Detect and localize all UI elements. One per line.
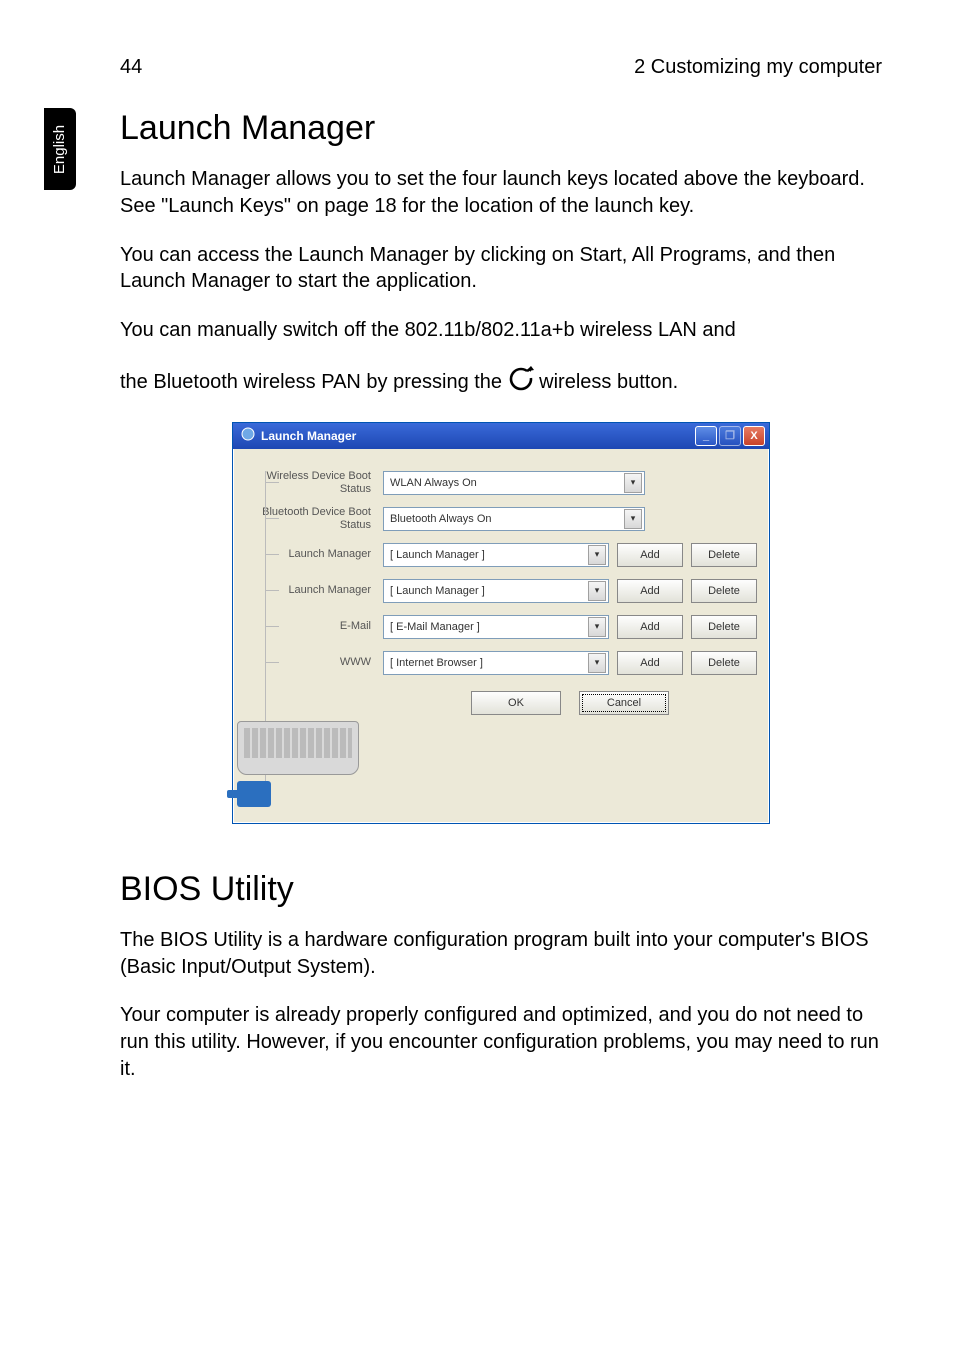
add-button[interactable]: Add bbox=[617, 543, 683, 567]
tree-branch bbox=[265, 554, 279, 555]
launch1-combo[interactable]: [ Launch Manager ] ▾ bbox=[383, 543, 609, 567]
form-row: [ Launch Manager ] ▾ Add Delete bbox=[383, 537, 757, 573]
tree-branch bbox=[265, 590, 279, 591]
launch-paragraph-3b-suffix: wireless button. bbox=[539, 371, 678, 393]
bios-utility-heading: BIOS Utility bbox=[120, 870, 882, 909]
combo-value: [ E-Mail Manager ] bbox=[390, 621, 480, 633]
row-label: E-Mail bbox=[241, 609, 377, 645]
launch-manager-window: Launch Manager _ ❐ X Wireless D bbox=[232, 422, 770, 824]
chevron-down-icon: ▾ bbox=[588, 545, 606, 565]
delete-button[interactable]: Delete bbox=[691, 651, 757, 675]
launch-paragraph-3b-prefix: the Bluetooth wireless PAN by pressing t… bbox=[120, 371, 508, 393]
combo-value: [ Launch Manager ] bbox=[390, 549, 485, 561]
form-row: [ Internet Browser ] ▾ Add Delete bbox=[383, 645, 757, 681]
wlan-combo[interactable]: WLAN Always On ▾ bbox=[383, 471, 645, 495]
keyboard-illustration bbox=[237, 721, 377, 807]
chevron-down-icon: ▾ bbox=[588, 653, 606, 673]
row-label: Launch Manager bbox=[241, 537, 377, 573]
left-column: Wireless Device Boot Status Bluetooth De… bbox=[241, 465, 377, 807]
keyboard-icon bbox=[237, 721, 359, 775]
row-label: WWW bbox=[241, 645, 377, 681]
language-tab: English bbox=[44, 108, 76, 190]
combo-value: WLAN Always On bbox=[390, 477, 477, 489]
combo-value: Bluetooth Always On bbox=[390, 513, 492, 525]
chapter-title: 2 Customizing my computer bbox=[634, 56, 882, 79]
row-label: Launch Manager bbox=[241, 573, 377, 609]
form-row: WLAN Always On ▾ bbox=[383, 465, 757, 501]
delete-button[interactable]: Delete bbox=[691, 615, 757, 639]
launch-paragraph-2: You can access the Launch Manager by cli… bbox=[120, 242, 882, 296]
chevron-down-icon: ▾ bbox=[588, 617, 606, 637]
tree-branch bbox=[265, 482, 279, 483]
add-button[interactable]: Add bbox=[617, 615, 683, 639]
form-row: Bluetooth Always On ▾ bbox=[383, 501, 757, 537]
delete-button[interactable]: Delete bbox=[691, 579, 757, 603]
page: English 44 2 Customizing my computer Lau… bbox=[0, 0, 954, 1369]
tree-branch bbox=[265, 626, 279, 627]
wireless-button-icon bbox=[508, 366, 534, 400]
right-column: WLAN Always On ▾ Bluetooth Always On ▾ bbox=[383, 465, 757, 807]
launch-paragraph-3a: You can manually switch off the 802.11b/… bbox=[120, 317, 882, 344]
app-icon bbox=[241, 427, 255, 444]
launch2-combo[interactable]: [ Launch Manager ] ▾ bbox=[383, 579, 609, 603]
minimize-button[interactable]: _ bbox=[695, 426, 717, 446]
combo-value: [ Internet Browser ] bbox=[390, 657, 483, 669]
close-button[interactable]: X bbox=[743, 426, 765, 446]
combo-value: [ Launch Manager ] bbox=[390, 585, 485, 597]
dialog-body: Wireless Device Boot Status Bluetooth De… bbox=[233, 449, 769, 823]
page-number: 44 bbox=[120, 56, 142, 79]
form-row: [ E-Mail Manager ] ▾ Add Delete bbox=[383, 609, 757, 645]
window-title-text: Launch Manager bbox=[261, 429, 356, 443]
title-bar[interactable]: Launch Manager _ ❐ X bbox=[233, 423, 769, 449]
row-label: Wireless Device Boot Status bbox=[241, 465, 377, 501]
launch-paragraph-3b: the Bluetooth wireless PAN by pressing t… bbox=[120, 366, 882, 400]
tree-branch bbox=[265, 518, 279, 519]
add-button[interactable]: Add bbox=[617, 579, 683, 603]
bluetooth-combo[interactable]: Bluetooth Always On ▾ bbox=[383, 507, 645, 531]
add-button[interactable]: Add bbox=[617, 651, 683, 675]
row-label: Bluetooth Device Boot Status bbox=[241, 501, 377, 537]
launch-paragraph-1: Launch Manager allows you to set the fou… bbox=[120, 166, 882, 220]
bios-paragraph-1: The BIOS Utility is a hardware configura… bbox=[120, 927, 882, 981]
form-row: [ Launch Manager ] ▾ Add Delete bbox=[383, 573, 757, 609]
chevron-down-icon: ▾ bbox=[588, 581, 606, 601]
page-header: 44 2 Customizing my computer bbox=[120, 56, 882, 79]
maximize-button[interactable]: ❐ bbox=[719, 426, 741, 446]
launch-manager-screenshot: Launch Manager _ ❐ X Wireless D bbox=[120, 422, 882, 824]
window-title: Launch Manager bbox=[241, 427, 356, 444]
chevron-down-icon: ▾ bbox=[624, 509, 642, 529]
chevron-down-icon: ▾ bbox=[624, 473, 642, 493]
bios-paragraph-2: Your computer is already properly config… bbox=[120, 1002, 882, 1082]
www-combo[interactable]: [ Internet Browser ] ▾ bbox=[383, 651, 609, 675]
launch-manager-heading: Launch Manager bbox=[120, 109, 882, 148]
tree-branch bbox=[265, 662, 279, 663]
email-combo[interactable]: [ E-Mail Manager ] ▾ bbox=[383, 615, 609, 639]
device-icon bbox=[237, 781, 271, 807]
cancel-button[interactable]: Cancel bbox=[579, 691, 669, 715]
ok-cancel-row: OK Cancel bbox=[383, 681, 757, 719]
language-tab-label: English bbox=[52, 124, 69, 173]
delete-button[interactable]: Delete bbox=[691, 543, 757, 567]
ok-button[interactable]: OK bbox=[471, 691, 561, 715]
